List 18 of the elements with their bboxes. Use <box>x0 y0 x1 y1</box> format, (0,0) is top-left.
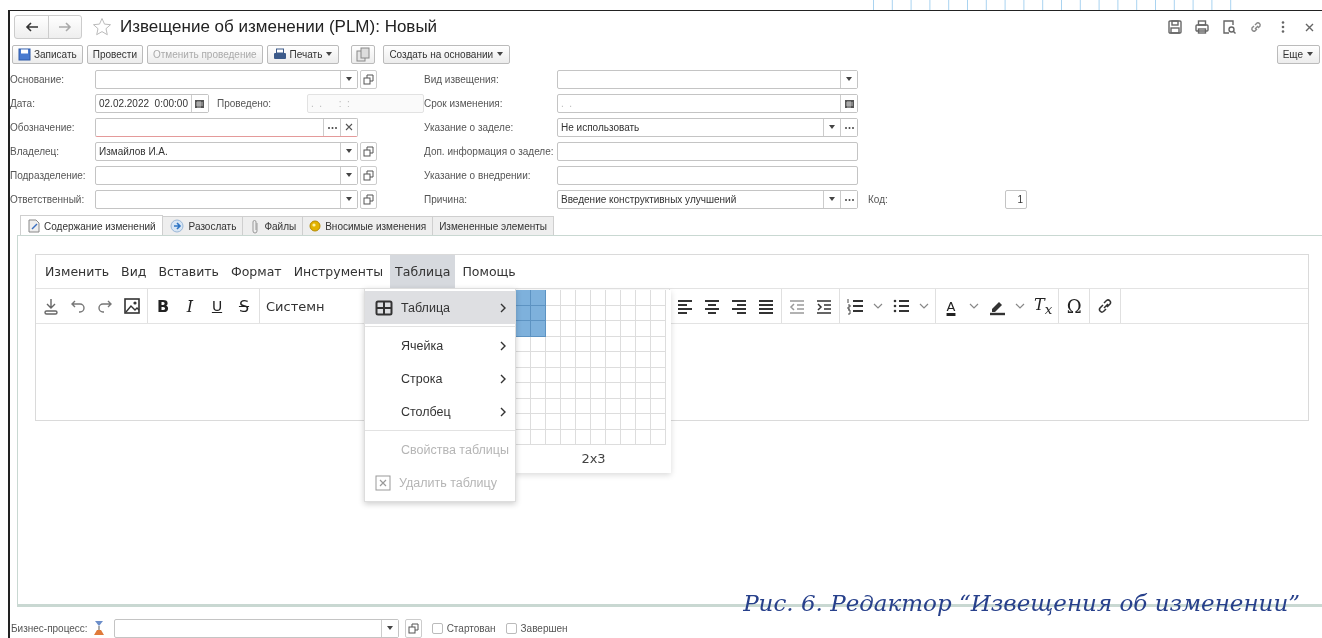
field-label: Проведено: <box>217 97 273 109</box>
field-label: Указание о внедрении: <box>424 169 532 181</box>
field-label: Причина: <box>424 193 468 205</box>
field-label: Код: <box>868 193 889 205</box>
window-title: Извещение об изменении (PLM): Новый <box>120 17 438 37</box>
field-label: Срок изменения: <box>424 97 504 109</box>
field-label: Дата: <box>10 97 36 109</box>
field-label: Указание о заделе: <box>424 121 515 133</box>
field-label: Бизнес-процесс: <box>11 622 88 634</box>
field-label: Владелец: <box>10 145 61 157</box>
field-label: Вид извещения: <box>424 73 500 85</box>
field-label: Подразделение: <box>10 169 87 181</box>
figure-caption: Рис. 6. Редактор “Извещения об изменении” <box>743 590 1300 616</box>
field-label: Доп. информация о заделе: <box>424 145 555 157</box>
field-label: Основание: <box>10 73 66 85</box>
field-label: Ответственный: <box>10 193 86 205</box>
field-label: Обозначение: <box>10 121 76 133</box>
size-label: 2x3 <box>580 450 607 468</box>
